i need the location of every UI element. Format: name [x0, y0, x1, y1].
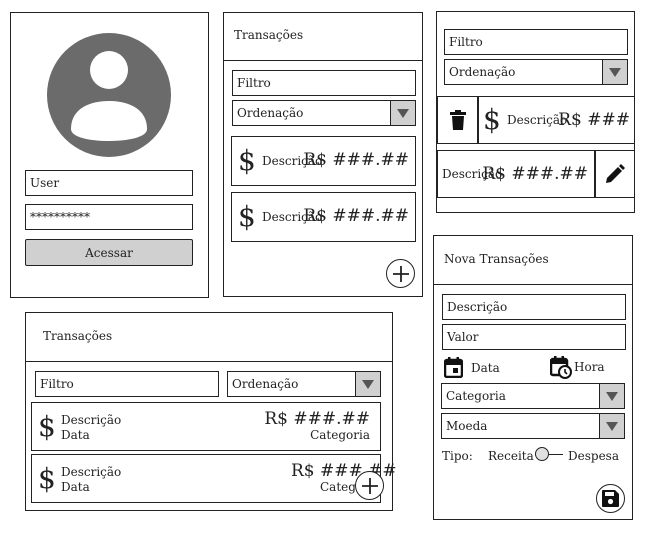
- calendar-icon: [444, 357, 463, 378]
- item-amount: R$ ###.##: [303, 150, 409, 170]
- floppy-disk-icon: [602, 490, 619, 507]
- chevron-down-icon[interactable]: [599, 414, 624, 438]
- sort-select[interactable]: Ordenação: [227, 371, 381, 397]
- currency-select[interactable]: Moeda: [441, 413, 625, 439]
- chevron-down-icon[interactable]: [390, 101, 415, 125]
- dollar-icon: $: [38, 462, 56, 495]
- chevron-down-icon[interactable]: [355, 372, 380, 396]
- plus-icon: [361, 477, 378, 494]
- list-item[interactable]: $ Descrição R$ ###.##: [231, 192, 416, 242]
- transactions-wide-header: Transações: [26, 313, 392, 362]
- delete-action-button[interactable]: [437, 96, 478, 144]
- date-picker[interactable]: Data: [444, 356, 524, 380]
- page-title: Transações: [234, 28, 304, 42]
- value-placeholder: Valor: [447, 330, 479, 344]
- description-placeholder: Descrição: [447, 300, 508, 314]
- filter-placeholder: Filtro: [449, 35, 483, 49]
- expense-label: Despesa: [568, 449, 619, 463]
- item-amount: R$ ###.##: [303, 206, 409, 226]
- calendar-clock-icon: [550, 356, 572, 379]
- user-input-placeholder: User: [30, 176, 60, 190]
- avatar-icon: [47, 33, 171, 157]
- filter-placeholder: Filtro: [237, 76, 271, 90]
- plus-icon: [392, 265, 409, 282]
- password-input[interactable]: **********: [25, 204, 193, 230]
- item-description: Descrição: [61, 465, 122, 479]
- filter-placeholder: Filtro: [40, 377, 74, 391]
- save-button[interactable]: [596, 484, 625, 513]
- trash-icon: [449, 110, 466, 130]
- time-picker[interactable]: Hora: [550, 356, 630, 380]
- item-description: Descrição: [61, 413, 122, 427]
- chevron-down-icon[interactable]: [599, 384, 624, 408]
- income-label: Receita: [488, 449, 534, 463]
- sort-select-label: Ordenação: [237, 106, 304, 120]
- filter-input[interactable]: Filtro: [35, 371, 219, 397]
- item-amount: R$ ###: [558, 110, 630, 130]
- list-item[interactable]: $ Descrição Data R$ ###.## Categoria: [31, 402, 381, 451]
- page-title: Transações: [43, 329, 113, 343]
- sort-select[interactable]: Ordenação: [232, 100, 416, 126]
- add-transaction-button[interactable]: [386, 259, 415, 288]
- category-select-label: Categoria: [446, 389, 506, 403]
- pencil-icon: [606, 164, 625, 183]
- item-date: Data: [61, 428, 90, 442]
- transactions-header: Transações: [224, 13, 422, 61]
- transactions-panel: Transações Filtro Ordenação $ Descrição …: [223, 12, 423, 297]
- type-toggle[interactable]: [535, 447, 563, 463]
- item-category: Categoria: [310, 428, 370, 442]
- transactions-wide-panel: Transações Filtro Ordenação $ Descrição …: [25, 312, 397, 511]
- swipe-actions-panel: Filtro Ordenação $ Descrição R$ ### Desc…: [436, 11, 635, 213]
- date-label: Data: [471, 361, 500, 375]
- time-label: Hora: [574, 360, 605, 374]
- access-button[interactable]: Acessar: [25, 239, 193, 266]
- list-item[interactable]: $ Descrição Data R$ ###.## Catego: [31, 454, 397, 503]
- login-panel: User ********** Acessar: [10, 12, 209, 298]
- page-title: Nova Transações: [444, 252, 549, 266]
- dollar-icon: $: [483, 103, 501, 136]
- sort-select[interactable]: Ordenação: [444, 59, 628, 85]
- chevron-down-icon[interactable]: [602, 60, 627, 84]
- value-input[interactable]: Valor: [442, 324, 626, 350]
- item-amount: R$ ###.##: [264, 409, 370, 429]
- list-item[interactable]: $ Descrição R$ ###: [478, 96, 635, 144]
- dollar-icon: $: [38, 410, 56, 443]
- password-input-value: **********: [30, 210, 90, 224]
- sort-select-label: Ordenação: [449, 65, 516, 79]
- access-button-label: Acessar: [85, 245, 133, 260]
- add-transaction-button[interactable]: [355, 471, 384, 500]
- filter-input[interactable]: Filtro: [444, 29, 628, 55]
- dollar-icon: $: [238, 144, 256, 177]
- edit-action-button[interactable]: [595, 150, 635, 198]
- category-select[interactable]: Categoria: [441, 383, 625, 409]
- sort-select-label: Ordenação: [232, 377, 299, 391]
- list-item[interactable]: $ Descrição R$ ###.##: [231, 136, 416, 186]
- item-amount: R$ ###.##: [482, 164, 588, 184]
- filter-input[interactable]: Filtro: [232, 70, 416, 96]
- user-input[interactable]: User: [25, 170, 193, 196]
- dollar-icon: $: [238, 200, 256, 233]
- type-label: Tipo:: [442, 449, 473, 463]
- toggle-knob: [535, 447, 549, 461]
- item-date: Data: [61, 480, 90, 494]
- currency-select-label: Moeda: [446, 419, 488, 433]
- new-transaction-panel: Nova Transações Descrição Valor Data Hor…: [433, 235, 633, 520]
- list-item[interactable]: Descrição R$ ###.##: [437, 150, 595, 198]
- description-input[interactable]: Descrição: [442, 294, 626, 320]
- new-transaction-header: Nova Transações: [434, 236, 632, 285]
